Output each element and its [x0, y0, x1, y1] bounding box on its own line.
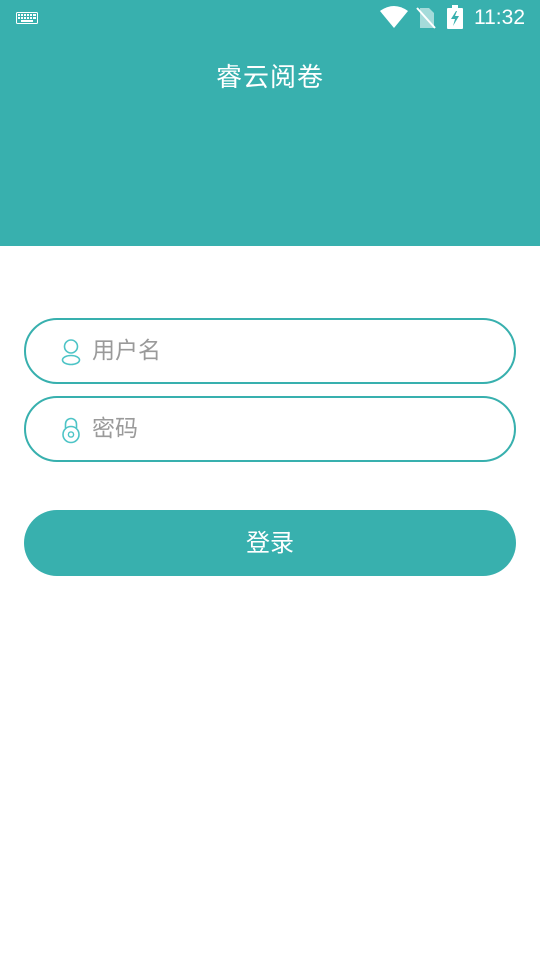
wifi-icon	[380, 6, 408, 28]
battery-charging-icon	[447, 5, 463, 29]
password-field[interactable]	[24, 396, 516, 462]
app-title: 睿云阅卷	[215, 63, 324, 93]
login-button[interactable]: 登录	[24, 510, 516, 576]
status-bar: 11:32	[0, 0, 540, 36]
username-input[interactable]	[92, 320, 492, 382]
header-banner: 11:32 睿云阅卷	[0, 0, 540, 246]
login-screen: 11:32 睿云阅卷 登录	[0, 0, 540, 960]
user-icon	[61, 339, 81, 366]
password-input[interactable]	[92, 398, 492, 460]
keyboard-icon	[16, 12, 38, 24]
lock-icon	[62, 417, 80, 444]
username-field[interactable]	[24, 318, 516, 384]
status-time: 11:32	[474, 6, 525, 29]
no-sim-icon	[416, 7, 436, 29]
